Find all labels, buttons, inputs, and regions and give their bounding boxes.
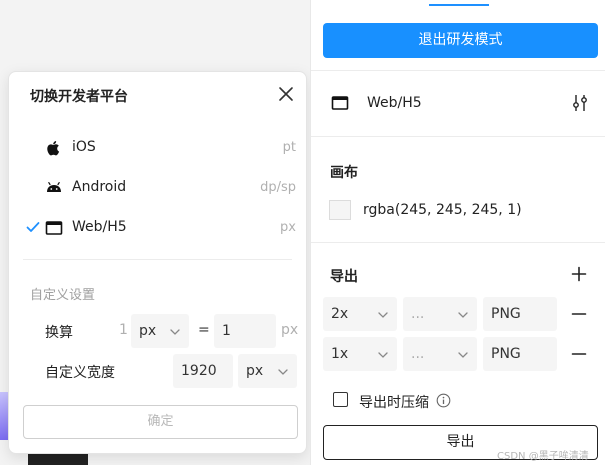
divider <box>311 70 605 71</box>
divider <box>311 242 605 243</box>
export-suffix-select[interactable]: ... <box>403 297 477 331</box>
conversion-to-input[interactable]: 1 <box>214 314 276 348</box>
custom-width-input[interactable]: 1920 <box>173 354 233 388</box>
export-suffix-value: ... <box>411 346 425 362</box>
divider <box>311 136 605 137</box>
platform-label: iOS <box>72 139 96 155</box>
export-scale-value: 1x <box>331 346 349 362</box>
chevron-down-icon <box>378 352 388 358</box>
chevron-down-icon <box>458 352 468 358</box>
export-scale-value: 2x <box>331 306 349 322</box>
add-export-icon[interactable] <box>571 266 587 282</box>
browser-window-icon <box>45 219 63 237</box>
sliders-settings-icon[interactable] <box>571 93 589 113</box>
browser-window-icon <box>331 94 349 112</box>
divider <box>23 259 292 260</box>
platform-unit: dp/sp <box>260 180 296 195</box>
info-icon[interactable] <box>436 393 451 408</box>
watermark-text: CSDN @黑子哞清清 <box>497 451 589 462</box>
platform-unit: pt <box>282 140 296 155</box>
active-tab-indicator <box>429 4 489 6</box>
export-suffix-select[interactable]: ... <box>403 337 477 371</box>
export-format-value: PNG <box>491 306 521 322</box>
platform-switch-popup: 切换开发者平台 iOS pt Android dp/sp Web/H5 px 自… <box>8 71 307 454</box>
custom-width-unit-value: px <box>246 363 264 379</box>
conversion-label: 换算 <box>45 325 73 341</box>
remove-export-icon[interactable] <box>571 306 587 322</box>
platform-label: Android <box>72 179 127 195</box>
chevron-down-icon <box>458 312 468 318</box>
export-format-value: PNG <box>491 346 521 362</box>
exit-dev-mode-button[interactable]: 退出研发模式 <box>323 23 598 58</box>
compress-label[interactable]: 导出时压缩 <box>359 392 429 412</box>
export-suffix-value: ... <box>411 306 425 322</box>
export-section-title: 导出 <box>330 269 358 285</box>
custom-width-label: 自定义宽度 <box>45 365 115 381</box>
platform-unit: px <box>280 220 296 235</box>
apple-icon <box>45 139 63 157</box>
chevron-down-icon <box>378 312 388 318</box>
confirm-button[interactable]: 确定 <box>23 405 298 439</box>
export-format-select[interactable]: PNG <box>483 337 557 371</box>
platform-option-android[interactable]: Android dp/sp <box>9 168 306 208</box>
canvas-color-swatch[interactable] <box>329 200 351 220</box>
android-icon <box>45 179 63 197</box>
conversion-to-value: 1 <box>222 323 231 339</box>
checkmark-icon <box>25 219 41 235</box>
properties-panel: 退出研发模式 Web/H5 画布 rgba(245, 245, 245, 1) … <box>310 0 605 465</box>
conversion-to-unit: px <box>281 322 299 338</box>
current-platform-label[interactable]: Web/H5 <box>367 95 422 111</box>
conversion-from-value: 1 <box>119 322 128 338</box>
custom-width-value: 1920 <box>181 363 217 379</box>
remove-export-icon[interactable] <box>571 346 587 362</box>
chevron-down-icon <box>170 329 180 335</box>
export-scale-select[interactable]: 2x <box>323 297 397 331</box>
export-scale-select[interactable]: 1x <box>323 337 397 371</box>
compress-checkbox[interactable] <box>333 392 348 407</box>
conversion-unit-value: px <box>139 323 157 339</box>
platform-label: Web/H5 <box>72 219 127 235</box>
canvas-section-title: 画布 <box>330 165 358 181</box>
conversion-unit-select[interactable]: px <box>131 314 189 348</box>
canvas-color-value[interactable]: rgba(245, 245, 245, 1) <box>363 202 522 218</box>
export-format-select[interactable]: PNG <box>483 297 557 331</box>
chevron-down-icon <box>278 369 288 375</box>
custom-width-unit-select[interactable]: px <box>238 354 297 388</box>
close-icon[interactable] <box>276 84 296 104</box>
custom-settings-title: 自定义设置 <box>30 288 96 303</box>
platform-option-ios[interactable]: iOS pt <box>9 128 306 168</box>
popup-title: 切换开发者平台 <box>30 89 128 105</box>
platform-option-web-h5[interactable]: Web/H5 px <box>9 208 306 248</box>
equals-sign: = <box>198 322 210 338</box>
